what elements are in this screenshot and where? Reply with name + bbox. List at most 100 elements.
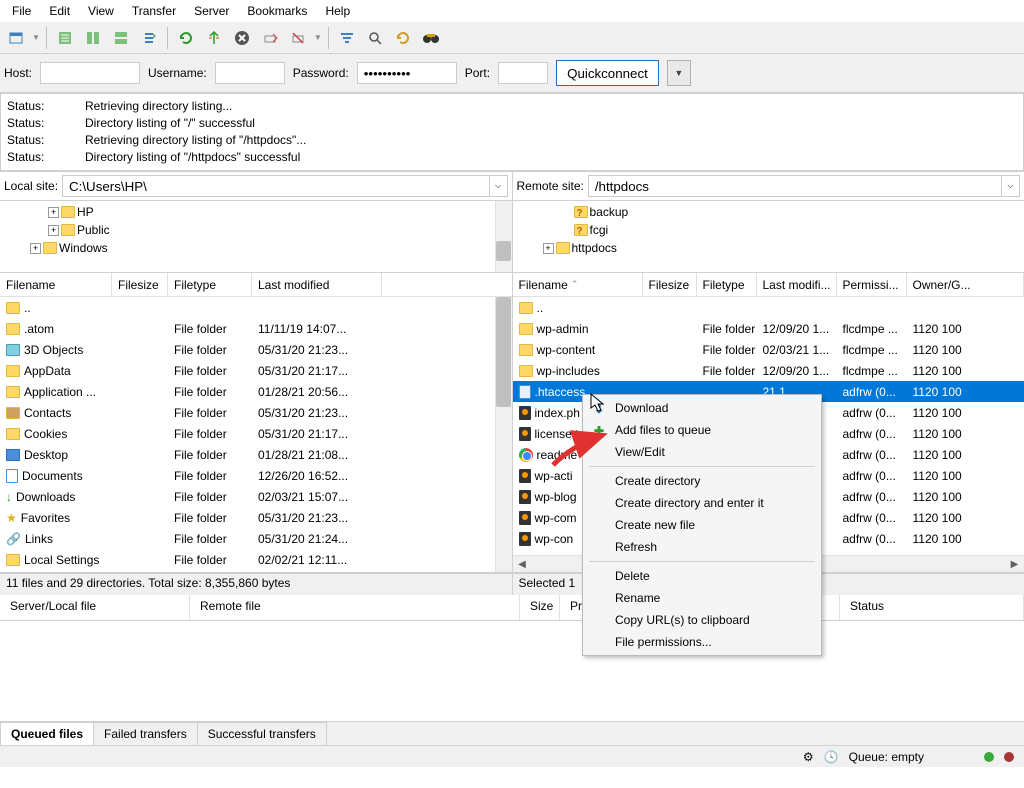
context-item-create-directory-and-enter-it[interactable]: Create directory and enter it	[585, 492, 819, 514]
tree-node[interactable]: HP	[77, 205, 94, 219]
expand-icon[interactable]: +	[48, 207, 59, 218]
menu-bookmarks[interactable]: Bookmarks	[239, 2, 315, 20]
perm: adfrw (0...	[837, 427, 907, 441]
tree-node[interactable]: Windows	[59, 241, 108, 255]
list-item[interactable]: AppData File folder 05/31/20 21:17...	[0, 360, 512, 381]
context-item-rename[interactable]: Rename	[585, 587, 819, 609]
list-item[interactable]: ..	[513, 297, 1024, 318]
expand-icon[interactable]: +	[543, 243, 554, 254]
list-item[interactable]: Documents File folder 12/26/20 16:52...	[0, 465, 512, 486]
tab-failed[interactable]: Failed transfers	[93, 722, 198, 745]
username-input[interactable]	[215, 62, 285, 84]
scrollbar[interactable]	[495, 297, 512, 573]
list-item[interactable]: ..	[0, 297, 512, 318]
status-log[interactable]: Status:Retrieving directory listing... S…	[0, 93, 1024, 171]
col-filesize[interactable]: Filesize	[112, 273, 168, 296]
list-item[interactable]: ↓Downloads File folder 02/03/21 15:07...	[0, 486, 512, 507]
col-filename[interactable]: Filename	[0, 273, 112, 296]
menu-transfer[interactable]: Transfer	[124, 2, 184, 20]
menu-file[interactable]: File	[4, 2, 39, 20]
col-lastmod[interactable]: Last modified	[252, 273, 382, 296]
col-remote-file[interactable]: Remote file	[190, 595, 520, 620]
tab-successful[interactable]: Successful transfers	[197, 722, 327, 745]
port-input[interactable]	[498, 62, 548, 84]
menu-view[interactable]: View	[80, 2, 122, 20]
context-item-download[interactable]: ⬇Download	[585, 397, 819, 419]
transfer-queue[interactable]	[0, 621, 1024, 721]
col-lastmod[interactable]: Last modifi...	[757, 273, 837, 296]
context-item-file-permissions-[interactable]: File permissions...	[585, 631, 819, 653]
tree-node[interactable]: Public	[77, 223, 110, 237]
local-tree[interactable]: +HP +Public +Windows	[0, 201, 513, 273]
menu-help[interactable]: Help	[317, 2, 358, 20]
col-size[interactable]: Size	[520, 595, 560, 620]
list-item[interactable]: wp-includes File folder 12/09/20 1... fl…	[513, 360, 1024, 381]
perm: flcdmpe ...	[837, 343, 907, 357]
toggle-log-button[interactable]	[53, 26, 77, 50]
list-item[interactable]: wp-admin File folder 12/09/20 1... flcdm…	[513, 318, 1024, 339]
menu-icon	[591, 635, 607, 651]
local-site-dropdown[interactable]: ⌵	[490, 175, 508, 197]
col-perm[interactable]: Permissi...	[837, 273, 907, 296]
list-item[interactable]: ★Favorites File folder 05/31/20 21:23...	[0, 507, 512, 528]
list-item[interactable]: Cookies File folder 05/31/20 21:17...	[0, 423, 512, 444]
expand-icon[interactable]: +	[48, 225, 59, 236]
local-site-input[interactable]	[62, 175, 489, 197]
list-item[interactable]: Contacts File folder 05/31/20 21:23...	[0, 402, 512, 423]
context-item-create-directory[interactable]: Create directory	[585, 470, 819, 492]
quickconnect-button[interactable]: Quickconnect	[556, 60, 659, 86]
search-button[interactable]	[363, 26, 387, 50]
refresh-button[interactable]	[174, 26, 198, 50]
col-filetype[interactable]: Filetype	[168, 273, 252, 296]
list-item[interactable]: 3D Objects File folder 05/31/20 21:23...	[0, 339, 512, 360]
col-filetype[interactable]: Filetype	[697, 273, 757, 296]
owner: 1120 100	[907, 427, 1024, 441]
cancel-button[interactable]	[230, 26, 254, 50]
sitemanager-button[interactable]	[4, 26, 28, 50]
context-item-refresh[interactable]: Refresh	[585, 536, 819, 558]
toggle-tree-button[interactable]	[81, 26, 105, 50]
folder-unknown-icon	[574, 224, 588, 236]
tree-node[interactable]: httpdocs	[572, 241, 617, 255]
process-queue-button[interactable]	[202, 26, 226, 50]
disconnect-button[interactable]	[258, 26, 282, 50]
remote-site-input[interactable]	[588, 175, 1002, 197]
col-filename[interactable]: Filename⌃	[513, 273, 643, 296]
scrollbar[interactable]	[495, 201, 512, 272]
context-item-create-new-file[interactable]: Create new file	[585, 514, 819, 536]
context-item-delete[interactable]: Delete	[585, 565, 819, 587]
list-item[interactable]: Local Settings File folder 02/02/21 12:1…	[0, 549, 512, 570]
host-input[interactable]	[40, 62, 140, 84]
list-item[interactable]: Application ... File folder 01/28/21 20:…	[0, 381, 512, 402]
sync-browse-button[interactable]	[137, 26, 161, 50]
list-item[interactable]: 🔗Links File folder 05/31/20 21:24...	[0, 528, 512, 549]
password-input[interactable]	[357, 62, 457, 84]
reconnect-button[interactable]	[286, 26, 310, 50]
col-local-file[interactable]: Server/Local file	[0, 595, 190, 620]
context-item-add-files-to-queue[interactable]: ✚Add files to queue	[585, 419, 819, 441]
context-item-view-edit[interactable]: View/Edit	[585, 441, 819, 463]
local-file-list[interactable]: Filename Filesize Filetype Last modified…	[0, 273, 513, 573]
context-item-copy-url-s-to-clipboard[interactable]: Copy URL(s) to clipboard	[585, 609, 819, 631]
expand-icon[interactable]: +	[30, 243, 41, 254]
compare-button[interactable]	[391, 26, 415, 50]
tree-node[interactable]: fcgi	[590, 223, 609, 237]
list-item[interactable]: .atom File folder 11/11/19 14:07...	[0, 318, 512, 339]
remote-site-dropdown[interactable]: ⌵	[1002, 175, 1020, 197]
list-item[interactable]: Desktop File folder 01/28/21 21:08...	[0, 444, 512, 465]
col-filesize[interactable]: Filesize	[643, 273, 697, 296]
list-item[interactable]: wp-content File folder 02/03/21 1... flc…	[513, 339, 1024, 360]
status-msg: Retrieving directory listing of "/httpdo…	[85, 132, 306, 149]
binoculars-button[interactable]	[419, 26, 443, 50]
menu-edit[interactable]: Edit	[41, 2, 78, 20]
settings-icon[interactable]: ⚙	[803, 750, 814, 764]
tree-node[interactable]: backup	[590, 205, 629, 219]
col-owner[interactable]: Owner/G...	[907, 273, 1024, 296]
tab-queued[interactable]: Queued files	[0, 722, 94, 745]
col-status[interactable]: Status	[840, 595, 1024, 620]
quickconnect-dropdown[interactable]: ▼	[667, 60, 691, 86]
filter-button[interactable]	[335, 26, 359, 50]
toggle-queue-button[interactable]	[109, 26, 133, 50]
menu-server[interactable]: Server	[186, 2, 237, 20]
remote-tree[interactable]: backup fcgi + httpdocs	[513, 201, 1024, 273]
